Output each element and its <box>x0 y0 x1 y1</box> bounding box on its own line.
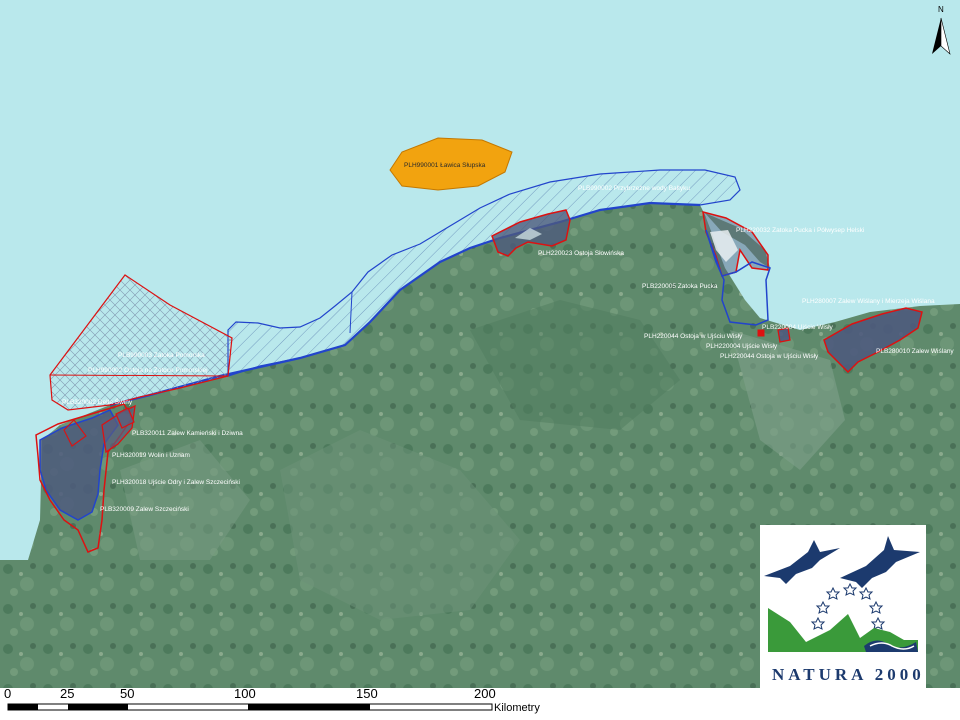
label-zalew-szcz: PLB320009 Zalew Szczeciński <box>100 506 189 513</box>
scale-tick-50: 50 <box>120 686 134 701</box>
label-ostoja-c: PLH220004 Ujście Wisły <box>706 343 778 350</box>
scale-tick-25: 25 <box>60 686 74 701</box>
label-zalew-kam: PLB320011 Zalew Kamieński i Dziwna <box>132 430 243 437</box>
label-ujscie-wisly-b: PLB220004 Ujście Wisły <box>762 324 834 331</box>
label-wolin: PLH320019 Wolin i Uznam <box>112 452 190 459</box>
label-zatoka-pom-h: PLH990002 Ostoja na Zatoce Pomorskiej <box>88 367 208 374</box>
map-canvas: PLH990001 Ławica Słupska PLB990002 Przyb… <box>0 0 960 720</box>
label-mierzeja: PLH280007 Zalew Wiślany i Mierzeja Wiśla… <box>802 298 935 305</box>
scale-bar: 0 25 50 100 150 200 Kilometry <box>0 686 960 720</box>
label-zalew-wislany: PLB280010 Zalew Wiślany <box>876 348 954 355</box>
label-zatoka-pucka-b: PLB220005 Zatoka Pucka <box>642 283 718 290</box>
label-ujscie-odry: PLH320018 Ujście Odry i Zalew Szczecińsk… <box>112 479 240 486</box>
natura-map: PLH990001 Ławica Słupska PLB990002 Przyb… <box>0 0 960 720</box>
label-delta-swiny: PLB320002 Delta Świny <box>62 397 133 406</box>
label-slowinska: PLH220023 Ostoja Słowińska <box>538 250 624 257</box>
label-zatoka-pom-b: PLB990003 Zatoka Pomorska <box>118 352 205 359</box>
label-lawica: PLH990001 Ławica Słupska <box>404 162 486 169</box>
north-label: N <box>938 5 944 14</box>
scale-tick-100: 100 <box>234 686 256 701</box>
label-zatoka-pucka-h: PLH220032 Zatoka Pucka i Półwysep Helski <box>736 227 864 234</box>
label-ostoja-b: PLH220044 Ostoja w Ujściu Wisły <box>720 353 819 360</box>
natura-2000-logo: NATURA 2000 <box>760 525 926 691</box>
scale-tick-150: 150 <box>356 686 378 701</box>
label-przybrzezne: PLB990002 Przybrzeżne wody Bałtyku <box>578 185 690 192</box>
scale-tick-200: 200 <box>474 686 496 701</box>
label-ostoja-a: PLH220044 Ostoja w Ujściu Wisły <box>644 333 743 340</box>
logo-text: NATURA 2000 <box>772 665 925 684</box>
scale-tick-0: 0 <box>4 686 11 701</box>
scale-unit: Kilometry <box>494 702 540 714</box>
